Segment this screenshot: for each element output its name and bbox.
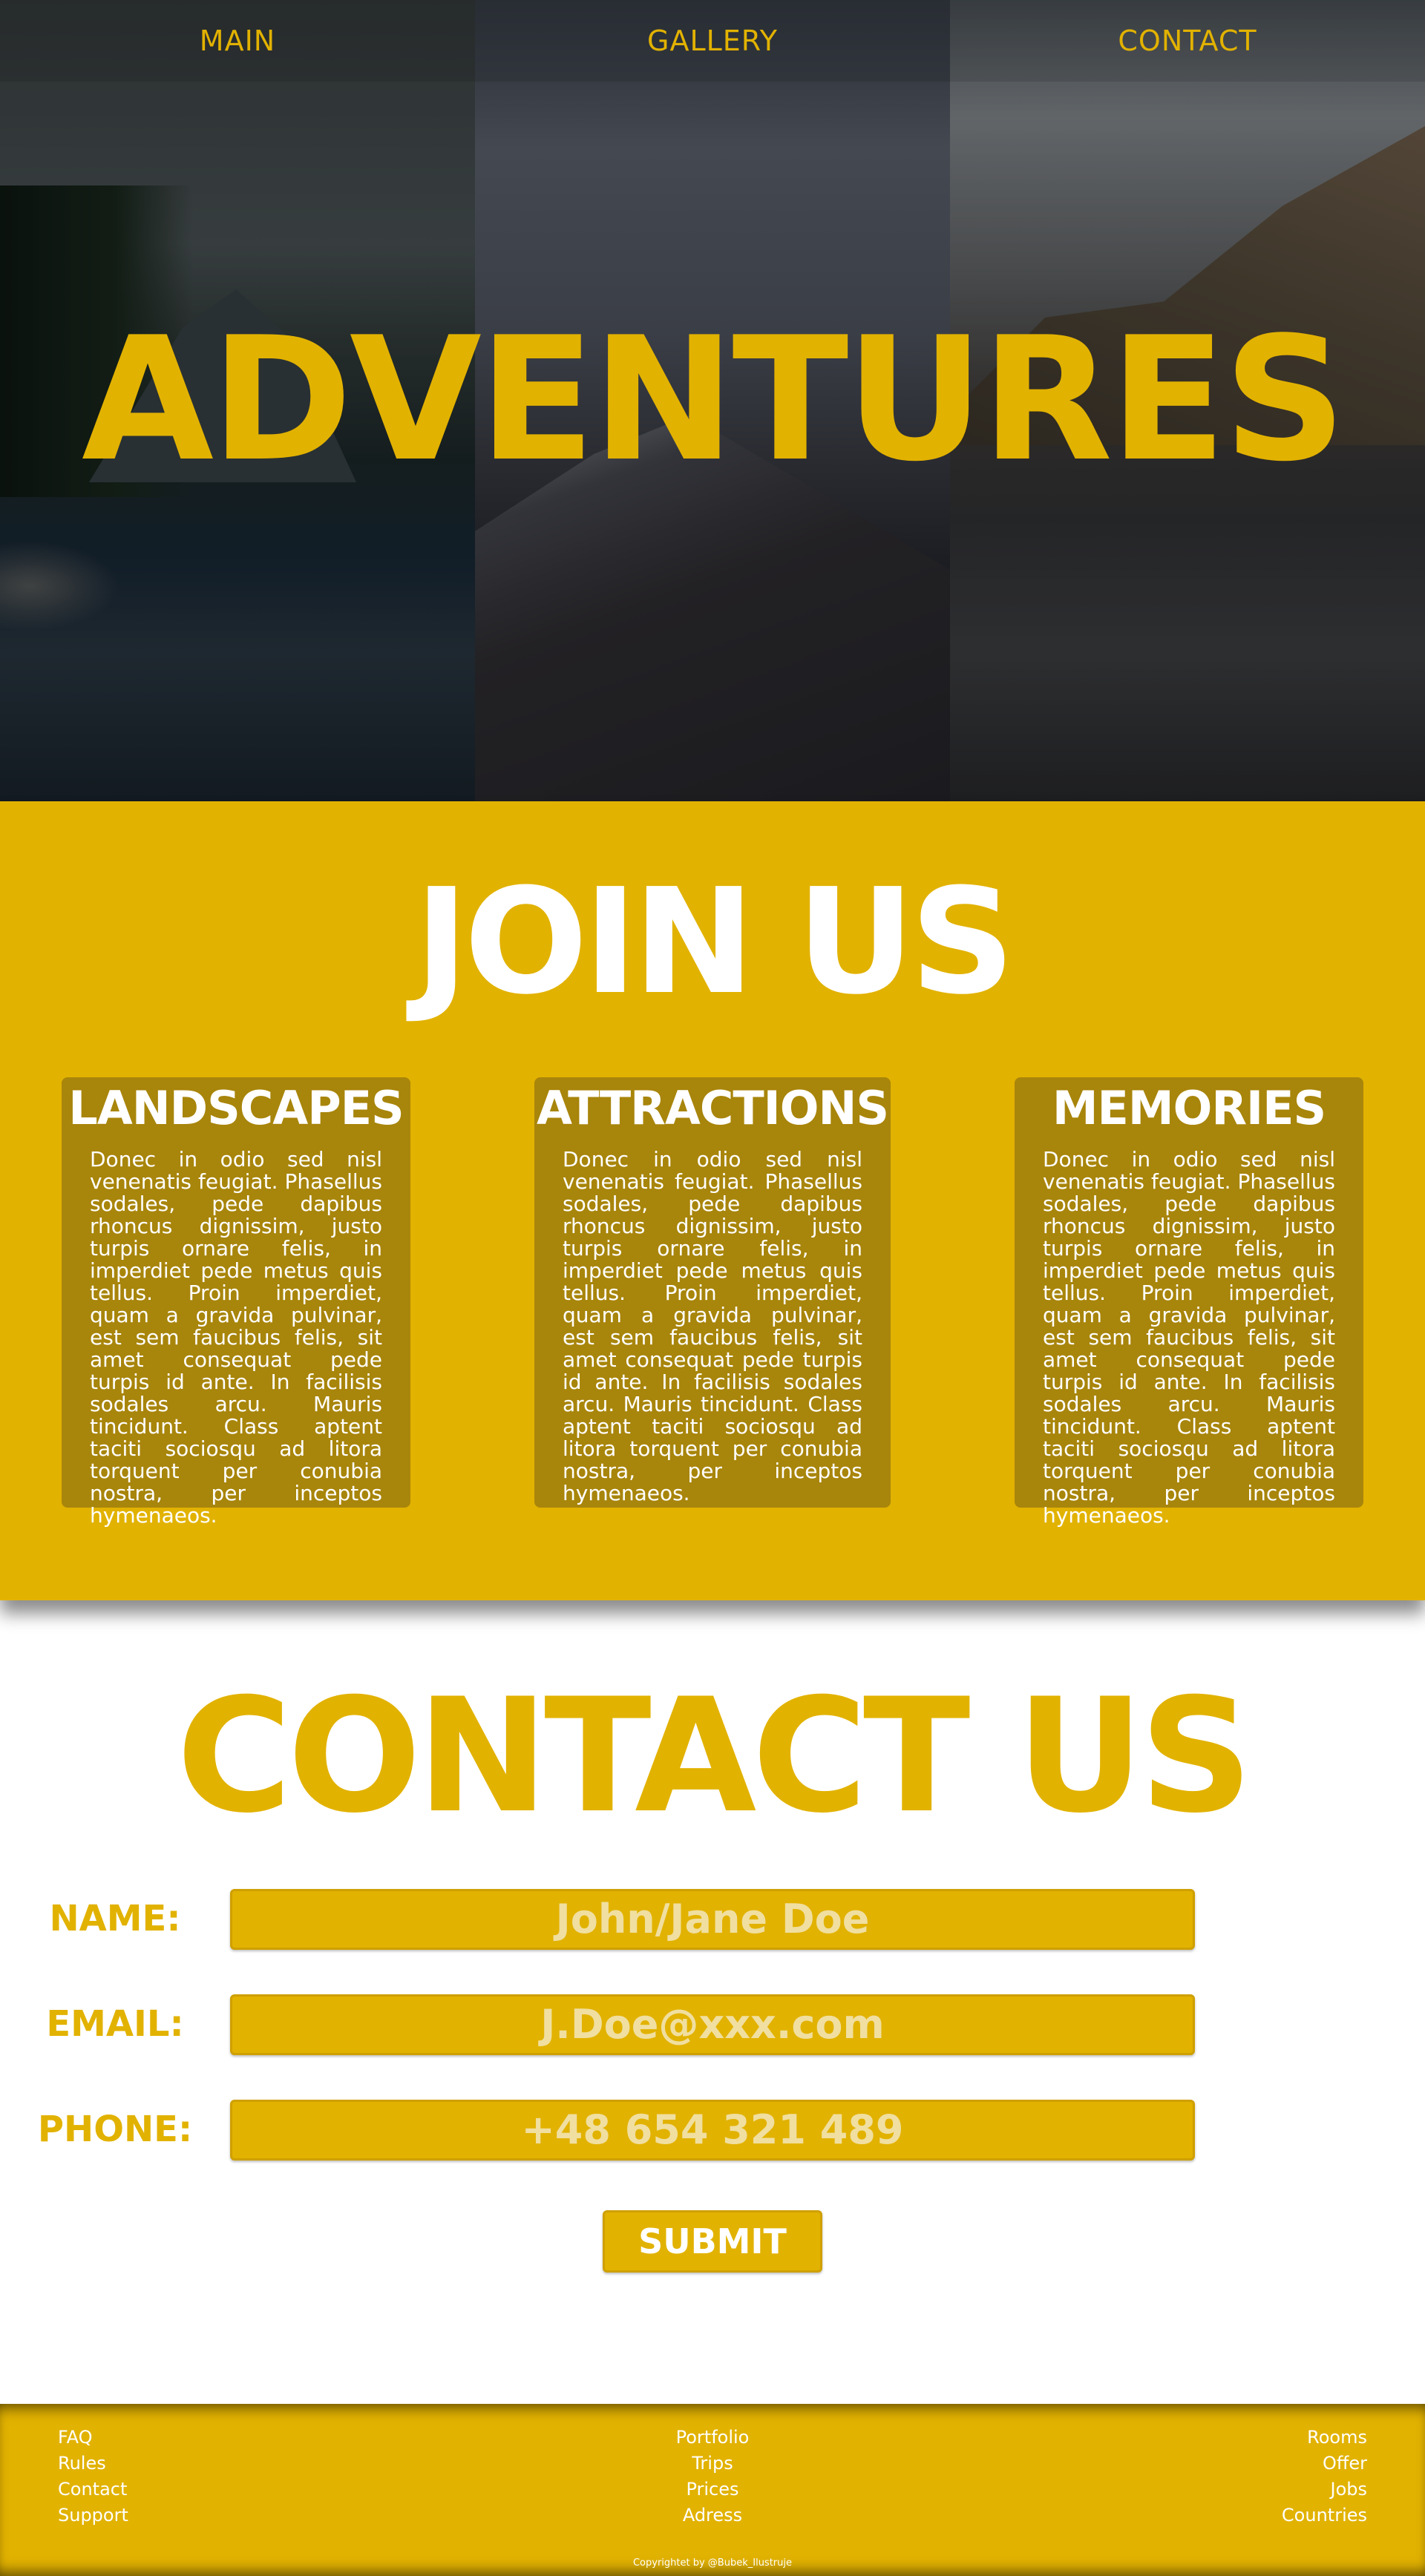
footer-link-faq[interactable]: FAQ (58, 2425, 128, 2451)
footer-link-offer[interactable]: Offer (1282, 2451, 1367, 2477)
top-navigation: MAIN GALLERY CONTACT (0, 0, 1425, 82)
footer-column-company: Rooms Offer Jobs Countries (1282, 2425, 1367, 2529)
footer-link-rooms[interactable]: Rooms (1282, 2425, 1367, 2451)
footer-link-prices[interactable]: Prices (638, 2477, 787, 2503)
card-title: LANDSCAPES (68, 1081, 404, 1135)
footer-link-support[interactable]: Support (58, 2503, 128, 2529)
footer-column-help: FAQ Rules Contact Support (58, 2425, 128, 2529)
name-field[interactable]: John/Jane Doe (230, 1889, 1195, 1950)
footer-link-adress[interactable]: Adress (638, 2503, 787, 2529)
footer-link-jobs[interactable]: Jobs (1282, 2477, 1368, 2503)
nav-contact-link[interactable]: CONTACT (950, 0, 1425, 82)
memories-card: MEMORIES Donec in odio sed nisl venenati… (1015, 1077, 1363, 1527)
contact-us-title: CONTACT US (176, 1664, 1253, 1847)
footer-link-rules[interactable]: Rules (58, 2451, 128, 2477)
phone-field[interactable]: +48 654 321 489 (230, 2100, 1195, 2161)
card-text: Donec in odio sed nisl venenatis feugiat… (563, 1147, 862, 1505)
nav-main-link[interactable]: MAIN (0, 0, 475, 82)
nav-gallery-link[interactable]: GALLERY (475, 0, 950, 82)
footer-link-portfolio[interactable]: Portfolio (638, 2425, 787, 2451)
phone-label: PHONE: (37, 2109, 193, 2150)
card-text: Donec in odio sed nisl venenatis feugiat… (90, 1147, 382, 1528)
hero-title: ADVENTURES (81, 301, 1346, 499)
card-text: Donec in odio sed nisl venenatis feugiat… (1043, 1147, 1335, 1528)
join-us-section: JOIN US LANDSCAPES Donec in odio sed nis… (0, 801, 1425, 1600)
hero-section: MAIN GALLERY CONTACT ADVENTURES (0, 0, 1425, 801)
email-label: EMAIL: (46, 2003, 184, 2045)
attractions-card: ATTRACTIONS Donec in odio sed nisl venen… (534, 1077, 891, 1508)
name-label: NAME: (49, 1898, 181, 1939)
submit-button[interactable]: SUBMIT (603, 2210, 822, 2273)
copyright-text: Copyrightet by @Bubek_Ilustruje (632, 2557, 792, 2569)
join-us-title: JOIN US (414, 858, 1015, 1027)
footer-column-travel: Portfolio Trips Prices Adress (638, 2425, 787, 2529)
contact-section: CONTACT US NAME: John/Jane Doe EMAIL: J.… (0, 1600, 1425, 2404)
landscapes-card: LANDSCAPES Donec in odio sed nisl venena… (62, 1077, 410, 1527)
email-field[interactable]: J.Doe@xxx.com (230, 1994, 1195, 2055)
card-title: ATTRACTIONS (536, 1081, 889, 1135)
footer-link-trips[interactable]: Trips (638, 2451, 787, 2477)
footer: FAQ Rules Contact Support Portfolio Trip… (0, 2404, 1425, 2576)
footer-link-countries[interactable]: Countries (1282, 2503, 1367, 2529)
footer-link-contact[interactable]: Contact (58, 2477, 128, 2503)
card-title: MEMORIES (1052, 1081, 1326, 1135)
